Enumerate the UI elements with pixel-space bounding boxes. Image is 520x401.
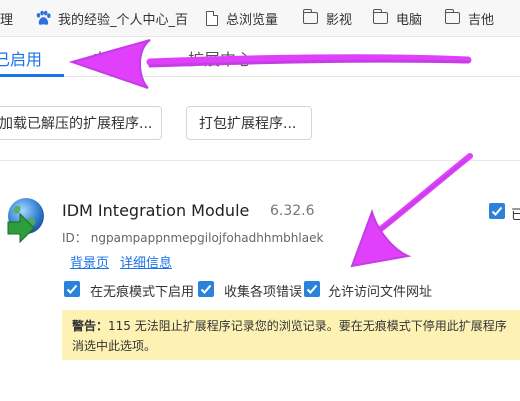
- warning-title: 警告：: [72, 319, 109, 333]
- annotation-arrow-file-access: [350, 153, 473, 268]
- file-access-checkbox[interactable]: [304, 281, 320, 297]
- pack-extension-button[interactable]: 打包扩展程序...: [186, 106, 312, 140]
- bookmark-partial[interactable]: 理: [0, 0, 13, 36]
- bookmark-folder-guitar[interactable]: 吉他: [444, 0, 495, 36]
- bookmark-my-experience[interactable]: 我的经验_个人中心_百: [34, 0, 188, 36]
- folder-icon: [444, 9, 460, 24]
- background-page-link[interactable]: 背景页: [70, 252, 109, 271]
- extension-version: 6.32.6: [270, 203, 315, 219]
- extension-id-value: ngpampappnmepgilojfohadhhmbhlaek: [90, 231, 324, 245]
- extension-id: ID： ngpampappnmepgilojfohadhhmbhlaek: [62, 229, 323, 246]
- bookmark-label: 影视: [326, 12, 353, 28]
- checkmark-icon: [306, 284, 318, 294]
- bookmark-folder-computer[interactable]: 电脑: [372, 0, 423, 36]
- file-access-label: 允许访问文件网址: [328, 285, 433, 300]
- warning-text-2: 消选中此选项。: [72, 339, 157, 353]
- paw-icon: [36, 10, 51, 25]
- bookmark-label: 吉他: [468, 12, 495, 28]
- tab-enabled[interactable]: 已启用: [0, 46, 42, 70]
- checkmark-icon: [66, 284, 78, 294]
- warning-line-1: 警告：115 无法阻止扩展程序记录您的浏览记录。要在无痕模式下停用此扩展程序: [72, 316, 510, 336]
- tab-disabled[interactable]: 未启用: [92, 46, 140, 70]
- bookmark-label: 总浏览量: [226, 12, 279, 28]
- checkmark-icon: [200, 284, 212, 294]
- enabled-checkbox[interactable]: [489, 203, 505, 219]
- section-divider: [0, 160, 520, 161]
- checkmark-icon: [491, 206, 503, 216]
- bookmark-label: 理: [0, 12, 14, 28]
- bookmark-label: 我的经验_个人中心_百: [58, 12, 189, 28]
- collect-errors-checkbox[interactable]: [198, 281, 214, 297]
- folder-icon: [302, 9, 318, 24]
- bookmarks-bar: 理 我的经验_个人中心_百 总浏览量 影视 电脑 吉他: [0, 0, 520, 37]
- extension-tabs: 已启用 未启用 扩展中心: [0, 36, 520, 77]
- bookmark-label: 电脑: [396, 12, 423, 28]
- load-unpacked-button[interactable]: 加载已解压的扩展程序...: [0, 106, 162, 140]
- idm-globe-arrow-icon: [7, 198, 44, 244]
- incognito-warning: 警告：115 无法阻止扩展程序记录您的浏览记录。要在无痕模式下停用此扩展程序 消…: [62, 310, 520, 360]
- incognito-label: 在无痕模式下启用: [90, 285, 195, 300]
- details-link[interactable]: 详细信息: [120, 252, 172, 271]
- folder-icon: [372, 9, 388, 24]
- warning-text-1: 115 无法阻止扩展程序记录您的浏览记录。要在无痕模式下停用此扩展程序: [108, 319, 507, 333]
- tab-extension-center[interactable]: 扩展中心: [188, 46, 252, 70]
- bookmark-total-views[interactable]: 总浏览量: [206, 0, 278, 36]
- document-icon: [206, 10, 218, 26]
- extension-name: IDM Integration Module: [62, 201, 250, 220]
- collect-errors-label: 收集各项错误: [224, 285, 303, 300]
- enabled-label: 已: [511, 208, 520, 223]
- extension-id-label: ID：: [62, 231, 87, 245]
- bookmark-folder-movies[interactable]: 影视: [302, 0, 353, 36]
- active-tab-indicator: [0, 74, 64, 77]
- incognito-checkbox[interactable]: [64, 281, 80, 297]
